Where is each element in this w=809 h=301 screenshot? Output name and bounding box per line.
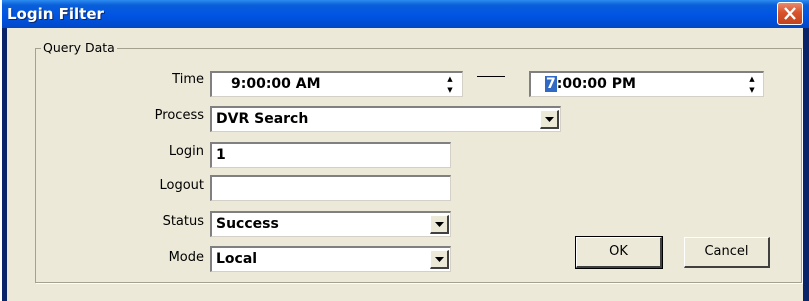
chevron-down-icon	[545, 117, 554, 122]
window-title: Login Filter	[7, 5, 104, 23]
cancel-button[interactable]: Cancel	[684, 237, 770, 268]
time-label: Time	[172, 72, 204, 87]
login-filter-dialog: Login Filter Query Data Time 9:00:00 AM …	[2, 0, 809, 301]
time-end-spinner[interactable]: ▲ ▼	[743, 74, 761, 96]
mode-value: Local	[216, 251, 258, 267]
close-icon	[784, 7, 796, 20]
process-value: DVR Search	[216, 111, 309, 127]
time-end-rest: :00:00 PM	[556, 76, 636, 92]
dialog-body: Query Data Time 9:00:00 AM ▲ ▼ 7:00:00 P…	[7, 28, 803, 301]
logout-label: Logout	[159, 178, 204, 193]
time-end-value: 7:00:00 PM	[545, 76, 636, 92]
status-dropdown-button[interactable]	[430, 215, 449, 234]
time-start-spinner[interactable]: ▲ ▼	[441, 74, 459, 96]
close-button[interactable]	[777, 2, 803, 25]
title-bar[interactable]: Login Filter	[2, 0, 809, 28]
mode-dropdown-button[interactable]	[430, 250, 449, 269]
spin-down-icon[interactable]: ▼	[441, 85, 459, 95]
chevron-down-icon	[435, 222, 444, 227]
time-range-separator	[477, 76, 505, 77]
mode-label: Mode	[168, 250, 204, 265]
spin-up-icon[interactable]: ▲	[441, 74, 459, 84]
process-dropdown-button[interactable]	[540, 110, 559, 129]
time-start-value: 9:00:00 AM	[231, 76, 321, 92]
query-data-group-title: Query Data	[41, 40, 117, 55]
ok-button[interactable]: OK	[575, 236, 663, 269]
spin-up-icon[interactable]: ▲	[743, 74, 761, 84]
login-label: Login	[168, 144, 204, 159]
time-end-hour-selected: 7	[545, 76, 557, 92]
process-dropdown[interactable]: DVR Search	[210, 106, 561, 132]
time-end-field[interactable]: 7:00:00 PM ▲ ▼	[529, 71, 764, 97]
spin-down-icon[interactable]: ▼	[743, 85, 761, 95]
status-value: Success	[216, 216, 279, 232]
status-label: Status	[162, 214, 204, 229]
time-start-field[interactable]: 9:00:00 AM ▲ ▼	[210, 71, 463, 97]
chevron-down-icon	[435, 257, 444, 262]
mode-dropdown[interactable]: Local	[210, 246, 451, 272]
status-dropdown[interactable]: Success	[210, 211, 451, 237]
login-field[interactable]: 1	[210, 142, 451, 168]
process-label: Process	[154, 108, 204, 123]
logout-field[interactable]	[210, 175, 451, 201]
login-value: 1	[216, 147, 226, 163]
